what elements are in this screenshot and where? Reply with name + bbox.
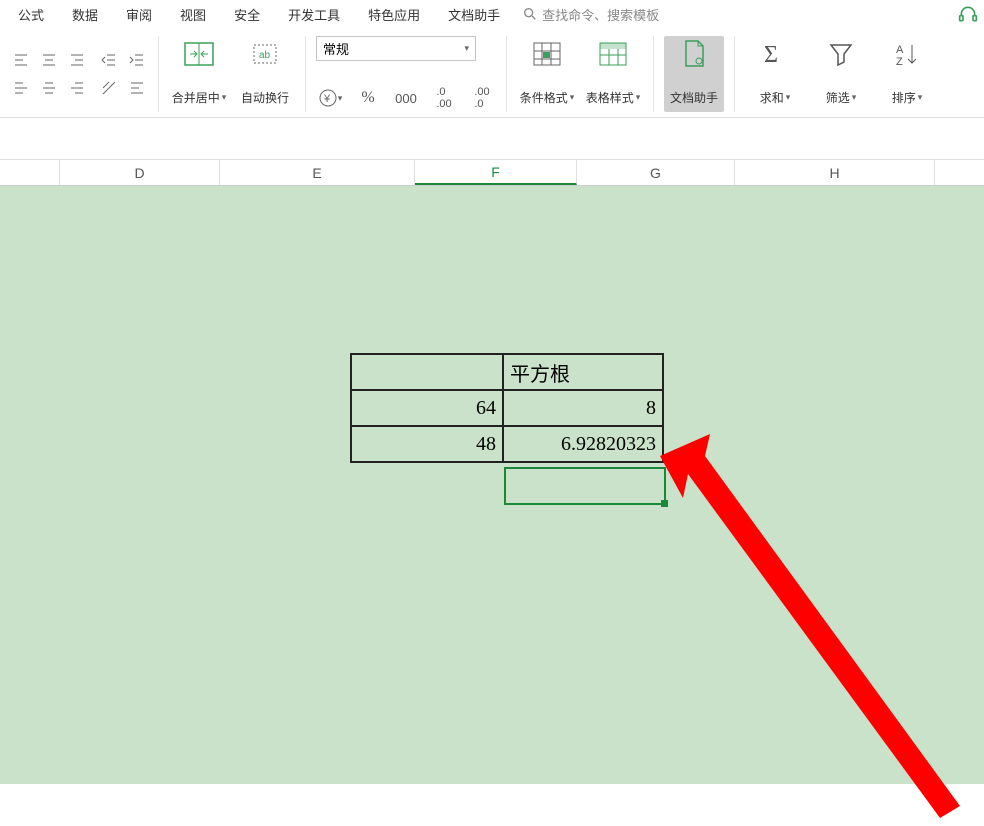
- number-format-group: 常规 ▾ ¥▾ % 000 .0.00 .00.0: [306, 36, 507, 112]
- chevron-down-icon: ▾: [464, 43, 469, 54]
- menu-view[interactable]: 视图: [166, 1, 220, 28]
- indent-decrease[interactable]: [98, 49, 120, 71]
- number-format-select[interactable]: 常规 ▾: [316, 36, 476, 61]
- svg-text:A: A: [896, 44, 904, 56]
- col-header-blank[interactable]: [0, 160, 60, 185]
- cell[interactable]: 6.92820323: [503, 426, 663, 462]
- merge-group: 合并居中▾ ab 自动换行: [159, 36, 306, 112]
- ribbon: 合并居中▾ ab 自动换行 常规 ▾ ¥▾ % 000 .0.00 .00.0 …: [0, 28, 984, 118]
- search-box[interactable]: 查找命令、搜索模板: [522, 5, 659, 24]
- cell[interactable]: 48: [351, 426, 503, 462]
- doc-helper-icon: [678, 38, 710, 70]
- menu-formula[interactable]: 公式: [4, 1, 58, 28]
- cell[interactable]: [351, 354, 503, 390]
- annotation-arrow: [640, 426, 980, 826]
- menu-special[interactable]: 特色应用: [354, 1, 434, 28]
- merge-center-button[interactable]: 合并居中▾: [169, 36, 229, 112]
- rtl-text[interactable]: [126, 77, 148, 99]
- cell[interactable]: 8: [503, 390, 663, 426]
- align-group: [0, 36, 159, 112]
- sort-icon: AZ: [891, 38, 923, 70]
- col-header-h[interactable]: H: [735, 160, 935, 185]
- doc-helper-button[interactable]: 文档助手: [664, 36, 724, 112]
- comma-button[interactable]: 000: [392, 84, 420, 112]
- col-header-f[interactable]: F: [415, 160, 577, 185]
- styles-group: 条件格式▾ 表格样式▾: [507, 36, 654, 112]
- headset-icon[interactable]: [958, 4, 978, 24]
- sum-button[interactable]: Σ 求和▾: [745, 36, 805, 112]
- svg-text:Z: Z: [896, 56, 903, 67]
- menu-review[interactable]: 审阅: [112, 1, 166, 28]
- chevron-down-icon: ▾: [222, 92, 227, 103]
- svg-text:ab: ab: [259, 50, 271, 61]
- currency-button[interactable]: ¥▾: [316, 84, 344, 112]
- sigma-icon: Σ: [759, 38, 791, 70]
- align-bottom-center[interactable]: [38, 77, 60, 99]
- increase-decimal[interactable]: .0.00: [430, 84, 458, 112]
- merge-icon: [183, 38, 215, 70]
- align-bottom-right[interactable]: [66, 77, 88, 99]
- align-top-right[interactable]: [66, 49, 88, 71]
- align-top-center[interactable]: [38, 49, 60, 71]
- align-bottom-left[interactable]: [10, 77, 32, 99]
- col-header-d[interactable]: D: [60, 160, 220, 185]
- helper-group: 文档助手: [654, 36, 735, 112]
- svg-text:¥: ¥: [323, 93, 331, 105]
- menu-bar: 公式 数据 审阅 视图 安全 开发工具 特色应用 文档助手 查找命令、搜索模板: [0, 0, 984, 28]
- cell[interactable]: 64: [351, 390, 503, 426]
- menu-data[interactable]: 数据: [58, 1, 112, 28]
- search-placeholder: 查找命令、搜索模板: [542, 5, 659, 24]
- cell-header-f[interactable]: 平方根: [503, 354, 663, 390]
- data-table: 平方根 64 8 48 6.92820323: [350, 353, 664, 463]
- svg-text:Σ: Σ: [764, 42, 778, 68]
- wrap-text-button[interactable]: ab 自动换行: [235, 36, 295, 112]
- wrap-icon: ab: [249, 38, 281, 70]
- conditional-format-button[interactable]: 条件格式▾: [517, 36, 577, 112]
- col-header-g[interactable]: G: [577, 160, 735, 185]
- cond-format-icon: [531, 38, 563, 70]
- menu-devtools[interactable]: 开发工具: [274, 1, 354, 28]
- formula-bar-area[interactable]: [0, 118, 984, 160]
- table-style-icon: [597, 38, 629, 70]
- funnel-icon: [825, 38, 857, 70]
- column-headers: D E F G H: [0, 160, 984, 186]
- menu-security[interactable]: 安全: [220, 1, 274, 28]
- table-row: 48 6.92820323: [351, 426, 663, 462]
- col-header-e[interactable]: E: [220, 160, 415, 185]
- menu-dochelper[interactable]: 文档助手: [434, 1, 514, 28]
- active-cell-cursor: [504, 467, 666, 505]
- percent-button[interactable]: %: [354, 84, 382, 112]
- filter-button[interactable]: 筛选▾: [811, 36, 871, 112]
- sort-button[interactable]: AZ 排序▾: [877, 36, 937, 112]
- table-row: 64 8: [351, 390, 663, 426]
- search-icon: [522, 6, 538, 22]
- align-top-left[interactable]: [10, 49, 32, 71]
- table-style-button[interactable]: 表格样式▾: [583, 36, 643, 112]
- spreadsheet-area[interactable]: 平方根 64 8 48 6.92820323: [0, 186, 984, 784]
- decrease-decimal[interactable]: .00.0: [468, 84, 496, 112]
- indent-increase[interactable]: [126, 49, 148, 71]
- orientation[interactable]: [98, 77, 120, 99]
- editing-group: Σ 求和▾ 筛选▾ AZ 排序▾: [735, 36, 947, 112]
- table-row: 平方根: [351, 354, 663, 390]
